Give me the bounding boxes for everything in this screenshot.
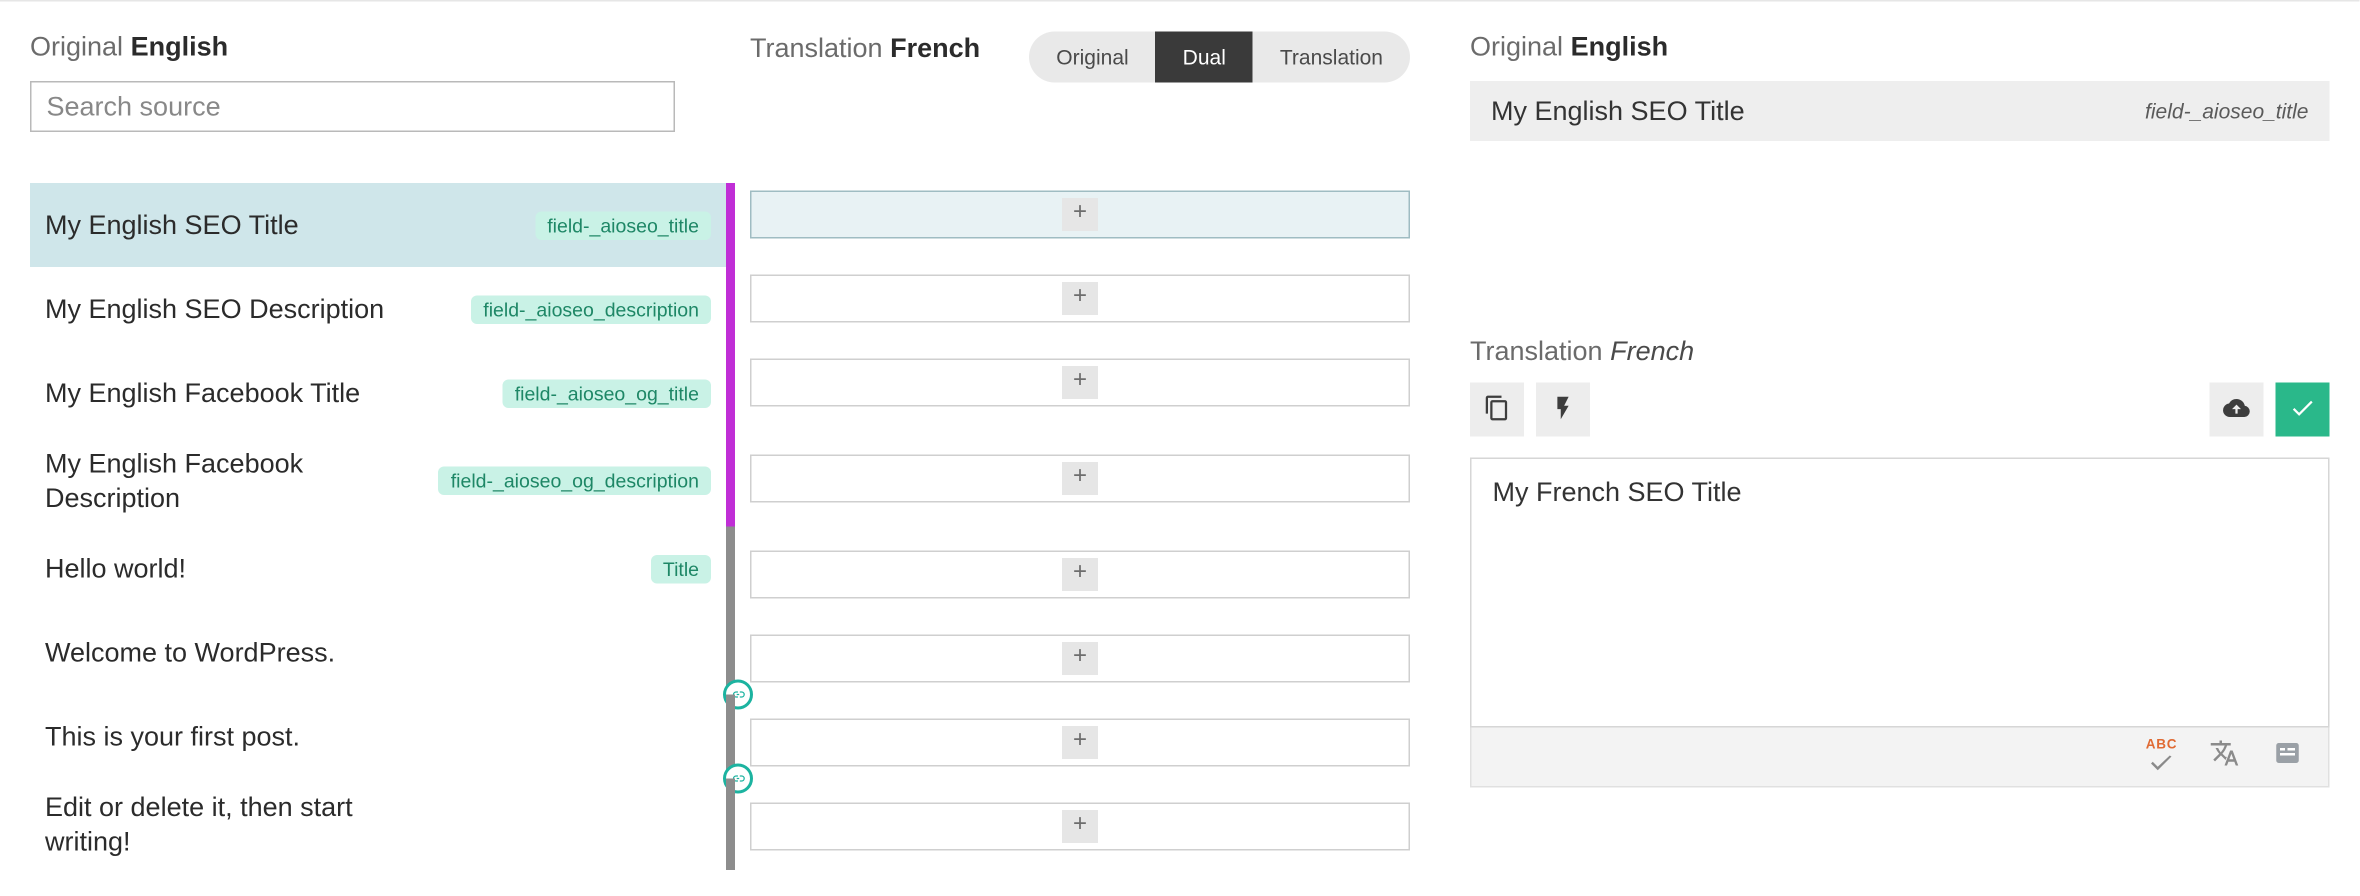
source-text: Welcome to WordPress. bbox=[45, 636, 335, 670]
target-row[interactable]: + bbox=[750, 785, 1410, 869]
source-row[interactable]: Hello world! Title bbox=[30, 527, 735, 611]
target-input[interactable]: + bbox=[750, 359, 1410, 407]
detail-column: Original English My English SEO Title fi… bbox=[1425, 32, 2330, 871]
add-translation-button[interactable]: + bbox=[1062, 642, 1098, 675]
field-badge: field-_aioseo_title bbox=[535, 211, 711, 240]
spellcheck-button[interactable]: ABC bbox=[2142, 737, 2181, 776]
source-header-lang: English bbox=[131, 32, 229, 62]
source-header: Original English bbox=[30, 32, 735, 64]
add-translation-button[interactable]: + bbox=[1062, 810, 1098, 843]
target-row[interactable]: + bbox=[750, 425, 1410, 533]
view-translation-button[interactable]: Translation bbox=[1253, 32, 1410, 83]
translate-icon bbox=[2210, 738, 2240, 776]
field-badge: field-_aioseo_og_title bbox=[503, 379, 711, 408]
detail-translation-header: Translation French bbox=[1470, 336, 2330, 368]
editor-footer: ABC bbox=[1470, 728, 2330, 788]
source-header-prefix: Original bbox=[30, 32, 123, 62]
target-input[interactable]: + bbox=[750, 719, 1410, 767]
source-row[interactable]: Edit or delete it, then start writing! bbox=[30, 779, 735, 871]
translation-editor[interactable]: My French SEO Title bbox=[1470, 458, 2330, 728]
translation-toolbar bbox=[1470, 383, 2330, 437]
abc-label: ABC bbox=[2146, 737, 2178, 751]
field-badge: field-_aioseo_description bbox=[471, 295, 711, 324]
source-row[interactable]: My English Facebook Description field-_ai… bbox=[30, 435, 735, 527]
view-toggle: Original Dual Translation bbox=[1029, 32, 1410, 83]
add-translation-button[interactable]: + bbox=[1062, 366, 1098, 399]
source-text: My English Facebook Title bbox=[45, 376, 360, 410]
copy-icon bbox=[1484, 394, 1511, 426]
translate-button[interactable] bbox=[2205, 737, 2244, 776]
field-badge: field-_aioseo_og_description bbox=[439, 467, 711, 496]
target-row[interactable]: + bbox=[750, 533, 1410, 617]
source-text: Hello world! bbox=[45, 552, 186, 586]
target-input[interactable]: + bbox=[750, 455, 1410, 503]
view-dual-button[interactable]: Dual bbox=[1156, 32, 1253, 83]
auto-translate-button[interactable] bbox=[1536, 383, 1590, 437]
target-row[interactable]: + bbox=[750, 701, 1410, 785]
target-column: Translation French Original Dual Transla… bbox=[735, 32, 1425, 871]
original-value-box: My English SEO Title field-_aioseo_title bbox=[1470, 81, 2330, 141]
source-row[interactable]: My English Facebook Title field-_aioseo_o… bbox=[30, 351, 735, 435]
target-header-prefix: Translation bbox=[750, 32, 883, 62]
glossary-icon bbox=[2273, 738, 2303, 776]
search-input[interactable] bbox=[30, 81, 675, 132]
source-row[interactable]: Welcome to WordPress. bbox=[30, 611, 735, 695]
source-text: My English SEO Title bbox=[45, 208, 299, 242]
view-original-button[interactable]: Original bbox=[1029, 32, 1155, 83]
original-value-text: My English SEO Title bbox=[1491, 95, 1745, 127]
target-row[interactable]: + bbox=[750, 341, 1410, 425]
target-row[interactable]: + bbox=[750, 173, 1410, 257]
source-text: Edit or delete it, then start writing! bbox=[45, 791, 420, 859]
cloud-upload-icon bbox=[2223, 394, 2250, 426]
check-small-icon bbox=[2147, 751, 2177, 777]
source-text: My English SEO Description bbox=[45, 292, 384, 326]
target-input[interactable]: + bbox=[750, 803, 1410, 851]
source-row[interactable]: My English SEO Description field-_aioseo_… bbox=[30, 267, 735, 351]
source-column: Original English My English SEO Title fie… bbox=[30, 32, 735, 871]
lightning-icon bbox=[1550, 394, 1577, 426]
source-row[interactable]: My English SEO Title field-_aioseo_title bbox=[30, 183, 735, 267]
add-translation-button[interactable]: + bbox=[1062, 726, 1098, 759]
target-header-lang: French bbox=[890, 32, 980, 62]
target-input[interactable]: + bbox=[750, 191, 1410, 239]
source-text: My English Facebook Description bbox=[45, 447, 420, 515]
original-value-field: field-_aioseo_title bbox=[2145, 99, 2308, 123]
source-row[interactable]: This is your first post. bbox=[30, 695, 735, 779]
target-row[interactable]: + bbox=[750, 617, 1410, 701]
detail-original-header: Original English bbox=[1470, 32, 2330, 64]
add-translation-button[interactable]: + bbox=[1062, 282, 1098, 315]
copy-source-button[interactable] bbox=[1470, 383, 1524, 437]
add-translation-button[interactable]: + bbox=[1062, 558, 1098, 591]
target-input[interactable]: + bbox=[750, 635, 1410, 683]
target-header: Translation French bbox=[750, 32, 980, 64]
confirm-button[interactable] bbox=[2276, 383, 2330, 437]
target-input[interactable]: + bbox=[750, 275, 1410, 323]
target-row[interactable]: + bbox=[750, 257, 1410, 341]
field-badge: Title bbox=[651, 554, 711, 583]
check-icon bbox=[2289, 394, 2316, 426]
add-translation-button[interactable]: + bbox=[1062, 198, 1098, 231]
add-translation-button[interactable]: + bbox=[1062, 462, 1098, 495]
glossary-button[interactable] bbox=[2268, 737, 2307, 776]
source-text: This is your first post. bbox=[45, 720, 300, 754]
upload-button[interactable] bbox=[2210, 383, 2264, 437]
target-input[interactable]: + bbox=[750, 551, 1410, 599]
